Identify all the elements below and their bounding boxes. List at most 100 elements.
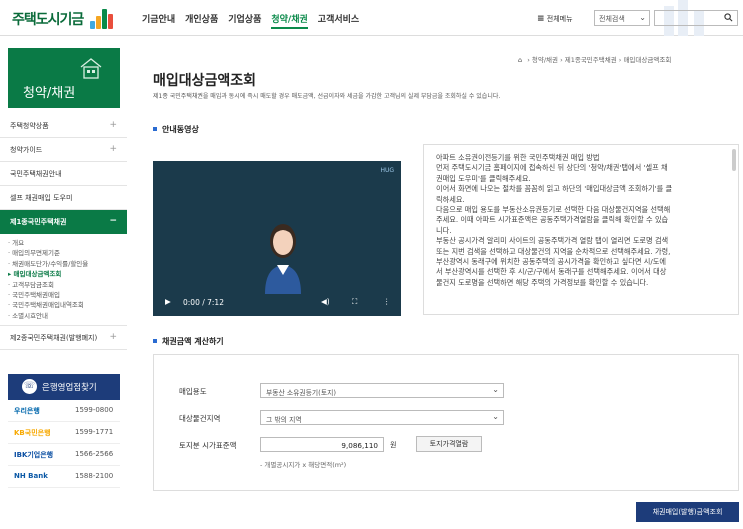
volume-icon[interactable]: ◀): [321, 297, 330, 306]
ibk-bank-logo: IBK기업은행: [14, 451, 54, 459]
all-menu-button[interactable]: ≡ 전체메뉴: [537, 14, 573, 24]
sidebar-menu: 주택청약상품 + 청약가이드 + 국민주택채권안내 셀프 채권매입 도우미 제1종국…: [0, 114, 127, 351]
sidebar-item-label: 제1종국민주택채권: [10, 218, 67, 226]
scrollbar[interactable]: [732, 149, 736, 171]
gnb-fund-info[interactable]: 기금안내: [142, 12, 175, 29]
price-label: 토지분 시가표준액: [179, 441, 237, 450]
site-logo[interactable]: 주택도시기금: [12, 9, 84, 29]
search-icon[interactable]: [724, 13, 733, 22]
sidebar-item-type2-bond[interactable]: 제2종국민주택채권(발행폐지) +: [0, 326, 127, 351]
all-menu-label: 전체메뉴: [546, 15, 573, 23]
guide-line: 부동산 공시가격 알리미 사이트의 공동주택가격 열람 탭이 열리면 도로명 검…: [436, 236, 669, 246]
price-input[interactable]: 9,086,110: [260, 437, 384, 452]
fullscreen-icon[interactable]: ⛶: [352, 297, 357, 307]
bank-phone: 1599-0800: [75, 406, 114, 414]
submenu-item[interactable]: · 국민주택채권매입내역조회: [8, 300, 127, 310]
bullet-icon: [153, 127, 157, 131]
purpose-select[interactable]: 부동산 소유권등기(토지) ⌄: [260, 383, 504, 398]
bank-list: 우리은행 1599-0800 KB국민은행 1599-1771 IBK기업은행 156…: [8, 400, 120, 488]
sidebar-item-label: 주택청약상품: [10, 122, 49, 130]
breadcrumb-current: 매입대상금액조회: [623, 56, 672, 64]
gnb-business[interactable]: 기업상품: [228, 12, 261, 29]
guide-line: 서 부산광역시를 선택한 후 시/군/구에서 동래구를 선택해주세요. 이어서 …: [436, 267, 667, 277]
chevron-down-icon: ⌄: [639, 13, 646, 22]
sidebar-item-type1-bond[interactable]: 제1종국민주택채권 −: [0, 210, 127, 234]
region-select[interactable]: 그 밖의 지역 ⌄: [260, 410, 504, 425]
minus-icon: −: [109, 216, 117, 226]
bank-row-kb[interactable]: KB국민은행 1599-1771: [8, 422, 120, 444]
bank-finder-label: 은행영업점찾기: [42, 383, 97, 393]
page-description: 제1종 국민주택채권을 매입과 동시에 즉시 매도할 경우 매도금액, 선급이자…: [153, 93, 501, 100]
plus-icon: +: [109, 120, 117, 130]
search-type-select[interactable]: 전체검색 ⌄: [594, 10, 650, 26]
guide-line: 다음으로 매입 용도를 부동산소유권등기로 선택한 다음 대상물건지역을 선택해: [436, 205, 671, 215]
chevron-down-icon: ⌄: [492, 385, 499, 394]
sidebar-item-label: 청약가이드: [10, 146, 43, 154]
guide-line: 릭하세요.: [436, 194, 465, 204]
nh-bank-logo: NH Bank: [14, 472, 48, 480]
video-section-label: 안내동영상: [162, 125, 199, 134]
bank-finder-button[interactable]: ☏ 은행영업점찾기: [8, 374, 120, 400]
submenu-item[interactable]: · 소멸시효안내: [8, 311, 127, 321]
video-controls: ▶ 0:00 / 7:12 ◀) ⛶ ⋮: [153, 290, 401, 316]
calc-section-label: 채권금액 계산하기: [162, 337, 224, 346]
video-guide-text[interactable]: 아파트 소유권이전등기를 위한 국민주택채권 매입 방법 먼저 주택도시기금 홈…: [423, 144, 739, 315]
sidebar-submenu: · 개요 · 매입의무면제기준 · 채권매도단가/수익률/할인율 ▸ 매입대상금…: [0, 234, 127, 327]
price-unit: 원: [390, 441, 397, 449]
sidebar-title-box: 청약/채권: [8, 48, 120, 108]
calc-form: 매입용도 부동산 소유권등기(토지) ⌄ 대상물건지역 그 밖의 지역 ⌄ 토지분 …: [153, 354, 739, 491]
gnb-subscription-bond[interactable]: 청약/채권: [271, 12, 308, 29]
sidebar-item-self-bond-helper[interactable]: 셀프 채권매입 도우미: [0, 186, 127, 210]
bank-row-ibk[interactable]: IBK기업은행 1566-2566: [8, 444, 120, 466]
sidebar-item-bond-info[interactable]: 국민주택채권안내: [0, 162, 127, 186]
bank-row-nh[interactable]: NH Bank 1588-2100: [8, 466, 120, 488]
region-value: 그 밖의 지역: [266, 416, 302, 424]
sidebar: 청약/채권 주택청약상품 + 청약가이드 + 국민주택채권안내 셀프 채권매입 도우…: [0, 36, 127, 529]
chevron-down-icon: ⌄: [492, 412, 499, 421]
top-header: 주택도시기금 기금안내 개인상품 기업상품 청약/채권 고객서비스 ≡ 전체메뉴…: [0, 0, 743, 36]
home-icon[interactable]: ⌂: [518, 56, 522, 64]
guide-line: 니다.: [436, 225, 452, 235]
more-options-icon[interactable]: ⋮: [383, 297, 391, 306]
hug-logo: HUG: [380, 167, 394, 174]
menu-icon: ≡: [537, 14, 545, 24]
house-icon: [80, 58, 102, 79]
guide-line: 물건지 도로명을 선택하면 해당 주택의 가격정보를 확인할 수 있습니다.: [436, 277, 649, 287]
purpose-value: 부동산 소유권등기(토지): [266, 389, 336, 397]
logo-mark-icon: [90, 7, 116, 29]
sidebar-item-subscription-guide[interactable]: 청약가이드 +: [0, 138, 127, 162]
sidebar-title: 청약/채권: [23, 86, 76, 101]
guide-line: 주세요. 이때 아파트 시가표준액은 공동주택가격열람을 클릭해 확인할 수 있…: [436, 215, 669, 225]
play-icon[interactable]: ▶: [165, 297, 171, 306]
guide-line: 먼저 주택도시기금 홈페이지에 접속하신 뒤 상단의 '청약/채권'탭에서 '셀…: [436, 163, 668, 173]
global-nav: 기금안내 개인상품 기업상품 청약/채권 고객서비스: [142, 12, 359, 29]
submenu-item[interactable]: · 채권매도단가/수익률/할인율: [8, 259, 127, 269]
sidebar-item-label: 제2종국민주택채권(발행폐지): [10, 334, 98, 343]
search-input[interactable]: [654, 10, 738, 26]
plus-icon: +: [109, 332, 117, 343]
submenu-item[interactable]: · 고객부담금조회: [8, 280, 127, 290]
gnb-personal[interactable]: 개인상품: [185, 12, 218, 29]
submenu-item[interactable]: · 개요: [8, 238, 127, 248]
sidebar-item-housing-subscription[interactable]: 주택청약상품 +: [0, 114, 127, 138]
breadcrumb-item[interactable]: 청약/채권: [532, 56, 558, 64]
breadcrumb-item[interactable]: 제1종국민주택채권: [565, 56, 617, 64]
video-time: 0:00 / 7:12: [183, 298, 224, 307]
video-section-title: 안내동영상: [153, 124, 199, 135]
bond-amount-query-button[interactable]: 채권매입(발행)금액조회: [636, 502, 739, 522]
calc-section-title: 채권금액 계산하기: [153, 336, 224, 347]
submenu-item[interactable]: · 매입의무면제기준: [8, 248, 127, 258]
phone-icon: ☏: [22, 379, 37, 394]
breadcrumb: ⌂ › 청약/채권 › 제1종국민주택채권 › 매입대상금액조회: [518, 56, 672, 64]
bank-row-woori[interactable]: 우리은행 1599-0800: [8, 400, 120, 422]
video-player[interactable]: HUG ▶ 0:00 / 7:12 ◀) ⛶ ⋮: [153, 161, 401, 316]
sidebar-item-label: 국민주택채권안내: [10, 170, 62, 178]
bank-phone: 1566-2566: [75, 450, 114, 458]
submenu-item[interactable]: · 국민주택채권매입: [8, 290, 127, 300]
guide-line: 이어서 화면에 나오는 절차를 꼼꼼히 읽고 하단의 '매입대상금액 조회하기'…: [436, 184, 673, 194]
submenu-item-active[interactable]: ▸ 매입대상금액조회: [8, 269, 127, 279]
land-price-lookup-button[interactable]: 토지가격열람: [416, 436, 482, 452]
gnb-customer-service[interactable]: 고객서비스: [318, 12, 359, 29]
sidebar-item-label: 셀프 채권매입 도우미: [10, 194, 73, 202]
bank-phone: 1599-1771: [75, 428, 114, 436]
